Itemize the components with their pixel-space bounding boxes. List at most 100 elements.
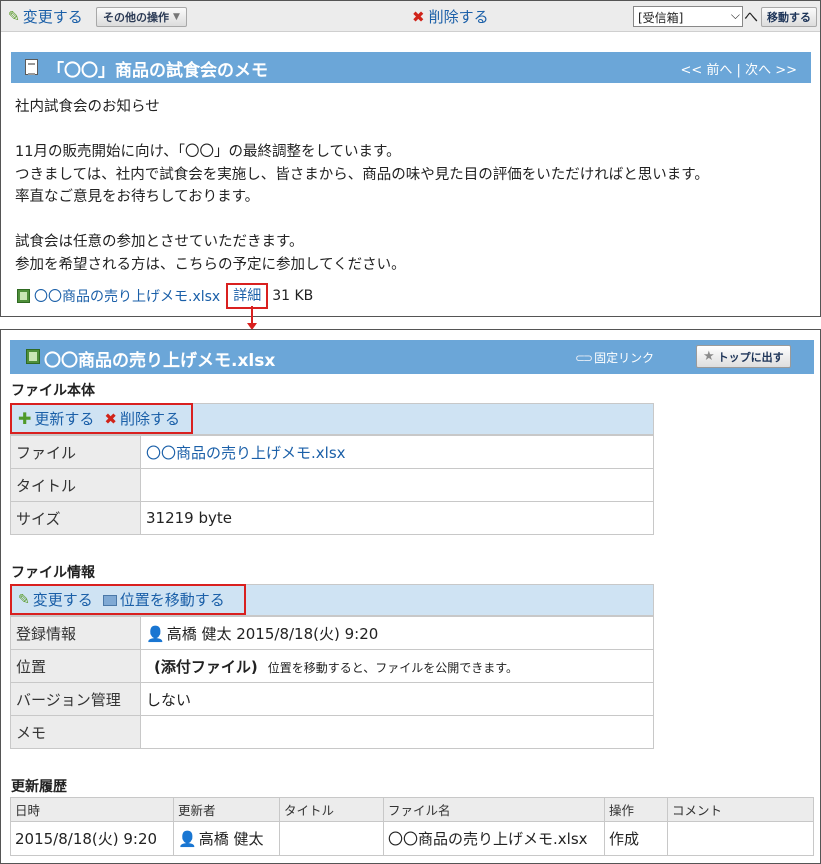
memo-value bbox=[140, 715, 654, 749]
attachment-link[interactable]: 〇〇商品の売り上げメモ.xlsx bbox=[34, 286, 220, 306]
folder-select[interactable]: [受信箱] ⌵ bbox=[633, 6, 743, 27]
table-row: 2015/8/18(火) 9:20 👤 高橋 健太 〇〇商品の売り上げメモ.xls… bbox=[10, 821, 814, 856]
history-date: 2015/8/18(火) 9:20 bbox=[10, 821, 174, 856]
permalink-link[interactable]: ⊂⊃ 固定リンク bbox=[575, 349, 654, 366]
body-line: 社内試食会のお知らせ bbox=[15, 99, 160, 115]
version-key: バージョン管理 bbox=[10, 682, 141, 716]
move-location-label: 位置を移動する bbox=[119, 591, 225, 609]
pencil-icon: ✎ bbox=[18, 591, 30, 608]
next-link[interactable]: 次へ >> bbox=[745, 63, 797, 78]
table-row: サイズ 31219 byte bbox=[10, 501, 654, 535]
file-title: 〇〇商品の売り上げメモ.xlsx bbox=[44, 351, 276, 371]
location-value: (添付ファイル) bbox=[154, 657, 258, 676]
location-note: 位置を移動すると、ファイルを公開できます。 bbox=[267, 660, 519, 675]
message-toolbar: ✎ 変更する その他の操作 ▼ ✖ 削除する [受信箱] ⌵ へ 移動する bbox=[1, 1, 820, 32]
file-info-actions-highlight: ✎ 変更する 位置を移動する bbox=[10, 584, 246, 615]
attachment-detail-link[interactable]: 詳細 bbox=[226, 283, 269, 309]
table-row: メモ bbox=[10, 715, 654, 749]
edit-file-info-link[interactable]: ✎ 変更する bbox=[18, 589, 93, 610]
delete-label: 削除する bbox=[428, 8, 489, 26]
registration-key: 登録情報 bbox=[10, 616, 141, 650]
other-operations-button[interactable]: その他の操作 ▼ bbox=[96, 7, 187, 27]
file-body-actions-highlight: ✚ 更新する ✖ 削除する bbox=[10, 403, 193, 434]
move-location-link[interactable]: 位置を移動する bbox=[102, 589, 225, 610]
pencil-icon: ✎ bbox=[8, 8, 20, 25]
memo-key: メモ bbox=[10, 715, 141, 749]
history-filename: 〇〇商品の売り上げメモ.xlsx bbox=[383, 821, 605, 856]
registration-value: 高橋 健太 2015/8/18(火) 9:20 bbox=[166, 624, 379, 643]
attachment-size: 31 KB bbox=[272, 288, 314, 304]
delete-file-label: 削除する bbox=[120, 410, 181, 428]
excel-file-icon bbox=[26, 349, 40, 364]
pin-to-top-button[interactable]: ★ トップに出す bbox=[696, 345, 791, 368]
file-detail-panel: 〇〇商品の売り上げメモ.xlsx ⊂⊃ 固定リンク ★ トップに出す ファイル本… bbox=[0, 329, 821, 864]
table-row: タイトル bbox=[10, 468, 654, 502]
plus-icon: ✚ bbox=[18, 409, 32, 428]
folder-icon bbox=[102, 595, 117, 606]
pin-to-top-label: トップに出す bbox=[717, 350, 784, 364]
history-header: 更新者 bbox=[173, 797, 280, 822]
history-comment bbox=[667, 821, 814, 856]
history-header: ファイル名 bbox=[383, 797, 605, 822]
chevron-down-icon: ▼ bbox=[173, 12, 180, 22]
edit-label: 変更する bbox=[22, 8, 83, 26]
delete-x-icon: ✖ bbox=[104, 409, 117, 428]
table-row: 登録情報 👤 高橋 健太 2015/8/18(火) 9:20 bbox=[10, 616, 654, 650]
history-header: タイトル bbox=[279, 797, 384, 822]
history-table: 日時 更新者 タイトル ファイル名 操作 コメント 2015/8/18(火) 9… bbox=[10, 797, 814, 856]
file-info-section-title: ファイル情報 bbox=[11, 565, 95, 581]
chevron-down-icon: ⌵ bbox=[730, 8, 740, 22]
version-value: しない bbox=[140, 682, 654, 716]
size-key: サイズ bbox=[10, 501, 141, 535]
permalink-label: 固定リンク bbox=[594, 351, 655, 365]
history-user-cell: 👤 高橋 健太 bbox=[173, 821, 280, 856]
body-line: 参加を希望される方は、こちらの予定に参加してください。 bbox=[15, 256, 406, 273]
prev-link[interactable]: << 前へ bbox=[680, 63, 732, 78]
link-chain-icon: ⊂⊃ bbox=[575, 350, 593, 365]
file-value-cell: 〇〇商品の売り上げメモ.xlsx bbox=[140, 435, 654, 469]
table-row: 位置 (添付ファイル) 位置を移動すると、ファイルを公開できます。 bbox=[10, 649, 654, 683]
update-file-label: 更新する bbox=[34, 410, 95, 428]
location-key: 位置 bbox=[10, 649, 141, 683]
file-body-section-title: ファイル本体 bbox=[11, 383, 95, 399]
body-line bbox=[15, 209, 709, 232]
move-button-label: 移動する bbox=[767, 11, 811, 24]
title-value bbox=[140, 468, 654, 502]
file-key: ファイル bbox=[10, 435, 141, 469]
history-section-title: 更新履歴 bbox=[11, 779, 67, 795]
other-operations-label: その他の操作 bbox=[103, 11, 169, 24]
history-header: コメント bbox=[667, 797, 814, 822]
size-value: 31219 byte bbox=[140, 501, 654, 535]
file-download-link[interactable]: 〇〇商品の売り上げメモ.xlsx bbox=[146, 444, 346, 462]
history-header: 操作 bbox=[604, 797, 668, 822]
message-title: 「〇〇」商品の試食会のメモ bbox=[47, 61, 268, 81]
file-body-toolbar: ✚ 更新する ✖ 削除する bbox=[10, 403, 654, 435]
body-line: 率直なご意見をお待ちしております。 bbox=[15, 189, 260, 205]
folder-select-value: [受信箱] bbox=[638, 11, 684, 25]
history-operation: 作成 bbox=[604, 821, 668, 856]
to-label: へ bbox=[744, 10, 758, 26]
file-body-table: ファイル 〇〇商品の売り上げメモ.xlsx タイトル サイズ 31219 byt… bbox=[10, 435, 654, 535]
body-line: つきましては、社内で試食会を実施し、皆さまから、商品の味や見た目の評価をいただけ… bbox=[15, 166, 709, 183]
body-line: 試食会は任意の参加とさせていただきます。 bbox=[15, 234, 304, 250]
star-icon: ★ bbox=[703, 349, 715, 364]
message-header: 「〇〇」商品の試食会のメモ << 前へ | 次へ >> bbox=[11, 52, 811, 83]
move-button[interactable]: 移動する bbox=[761, 7, 817, 27]
title-key: タイトル bbox=[10, 468, 141, 502]
delete-file-link[interactable]: ✖ 削除する bbox=[104, 408, 180, 429]
attachment: 〇〇商品の売り上げメモ.xlsx 詳細 31 KB bbox=[17, 283, 313, 309]
table-row: バージョン管理 しない bbox=[10, 682, 654, 716]
location-value-cell: (添付ファイル) 位置を移動すると、ファイルを公開できます。 bbox=[140, 649, 654, 683]
body-line: 11月の販売開始に向け、「〇〇」の最終調整をしています。 bbox=[15, 144, 401, 160]
excel-file-icon bbox=[17, 289, 30, 303]
user-icon: 👤 bbox=[178, 830, 197, 848]
edit-file-info-label: 変更する bbox=[32, 591, 93, 609]
memo-icon bbox=[25, 59, 38, 75]
message-pager: << 前へ | 次へ >> bbox=[680, 59, 797, 78]
delete-x-icon: ✖ bbox=[412, 7, 425, 26]
history-user: 高橋 健太 bbox=[198, 830, 264, 848]
update-file-link[interactable]: ✚ 更新する bbox=[18, 408, 94, 429]
delete-link[interactable]: ✖ 削除する bbox=[412, 6, 489, 27]
edit-link[interactable]: ✎ 変更する bbox=[8, 6, 83, 27]
message-body: 社内試食会のお知らせ 11月の販売開始に向け、「〇〇」の最終調整をしています。 … bbox=[15, 96, 709, 276]
